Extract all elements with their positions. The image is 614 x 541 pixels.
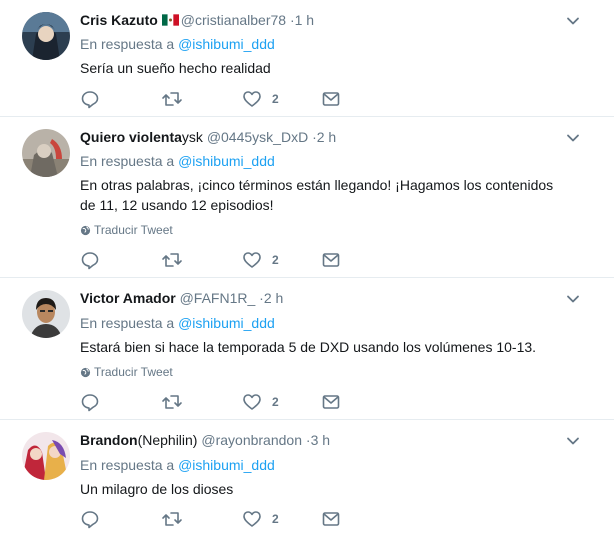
avatar[interactable] [22,129,70,177]
envelope-icon [322,395,340,409]
author-name[interactable]: Victor Amador [80,290,176,306]
reply-prefix: En respuesta a [80,457,175,473]
tweet-text: Un milagro de los dioses [80,481,234,497]
heart-icon [243,91,261,107]
tweet-header: Quiero violentaysk @0445ysk_DxD ·2 h [80,128,336,146]
reply-context: En respuesta a @ishibumi_ddd [80,152,275,170]
globe-icon [80,367,91,378]
like-count: 2 [272,395,279,409]
globe-icon [80,225,91,236]
reply-prefix: En respuesta a [80,153,175,169]
reply-to-link[interactable]: @ishibumi_ddd [178,315,275,331]
tweet[interactable]: Brandon(Nephilin) @rayonbrandon ·3 h En … [0,420,614,541]
translate-tweet-link[interactable]: Traducir Tweet [80,365,173,379]
translate-label: Traducir Tweet [94,365,173,379]
author-handle[interactable]: @rayonbrandon [201,432,302,448]
direct-message-button[interactable] [321,89,341,109]
direct-message-button[interactable] [321,509,341,529]
reply-prefix: En respuesta a [80,36,175,52]
reply-button[interactable] [80,392,100,412]
retweet-button[interactable] [161,509,183,529]
retweet-button[interactable] [161,250,183,270]
like-count: 2 [272,92,279,106]
author-name-suffix: ysk [181,129,203,145]
avatar[interactable] [22,432,70,480]
author-name[interactable]: Brandon(Nephilin) [80,432,197,448]
reply-to-link[interactable]: @ishibumi_ddd [178,457,275,473]
like-button[interactable]: 2 [242,509,279,529]
chevron-down-icon[interactable] [566,434,580,448]
tweet-actions: 2 [80,509,360,529]
author-handle[interactable]: @cristianalber78 [181,12,286,28]
tweet-actions: 2 [80,89,360,109]
reply-icon [81,394,99,412]
timestamp[interactable]: 2 h [317,129,336,145]
tweet-text: Estará bien si hace la temporada 5 de DX… [80,339,537,355]
author-name[interactable]: Quiero violentaysk [80,129,203,145]
reply-icon [81,91,99,109]
reply-icon [81,252,99,270]
reply-context: En respuesta a @ishibumi_ddd [80,314,275,332]
like-button[interactable]: 2 [242,250,279,270]
direct-message-button[interactable] [321,250,341,270]
envelope-icon [322,512,340,526]
tweet-text: Sería un sueño hecho realidad [80,60,271,76]
retweet-icon [162,395,182,409]
timestamp[interactable]: 3 h [311,432,330,448]
envelope-icon [322,92,340,106]
direct-message-button[interactable] [321,392,341,412]
heart-icon [243,252,261,268]
retweet-icon [162,253,182,267]
avatar[interactable] [22,12,70,60]
like-count: 2 [272,253,279,267]
retweet-icon [162,512,182,526]
chevron-down-icon[interactable] [566,292,580,306]
tweet[interactable]: Victor Amador @FAFN1R_ ·2 h En respuesta… [0,278,614,420]
reply-icon [81,511,99,529]
chevron-down-icon[interactable] [566,14,580,28]
like-button[interactable]: 2 [242,392,279,412]
reply-button[interactable] [80,509,100,529]
reply-context: En respuesta a @ishibumi_ddd [80,456,275,474]
tweet-header: Cris Kazuto @cristianalber78 ·1 h [80,11,314,29]
translate-tweet-link[interactable]: Traducir Tweet [80,223,173,237]
heart-icon [243,394,261,410]
author-name-suffix: (Nephilin) [137,432,198,448]
reply-context: En respuesta a @ishibumi_ddd [80,35,275,53]
retweet-button[interactable] [161,392,183,412]
tweet-header: Brandon(Nephilin) @rayonbrandon ·3 h [80,431,330,449]
author-name-text: Quiero violenta [80,129,182,145]
reply-button[interactable] [80,250,100,270]
reply-to-link[interactable]: @ishibumi_ddd [178,36,275,52]
mexico-flag-icon [161,14,179,26]
author-name-text: Brandon [80,432,138,448]
timestamp[interactable]: 2 h [264,290,283,306]
tweet-actions: 2 [80,250,360,270]
tweet[interactable]: Quiero violentaysk @0445ysk_DxD ·2 h En … [0,117,614,278]
like-count: 2 [272,512,279,526]
heart-icon [243,511,261,527]
translate-label: Traducir Tweet [94,223,173,237]
author-handle[interactable]: @FAFN1R_ [180,290,256,306]
author-handle[interactable]: @0445ysk_DxD [207,129,308,145]
tweet-actions: 2 [80,392,360,412]
retweet-icon [162,92,182,106]
avatar[interactable] [22,290,70,338]
timestamp[interactable]: 1 h [295,12,314,28]
chevron-down-icon[interactable] [566,131,580,145]
tweet-header: Victor Amador @FAFN1R_ ·2 h [80,289,283,307]
reply-prefix: En respuesta a [80,315,175,331]
reply-button[interactable] [80,89,100,109]
author-name[interactable]: Cris Kazuto [80,12,158,28]
envelope-icon [322,253,340,267]
retweet-button[interactable] [161,89,183,109]
tweet-text: En otras palabras, ¡cinco términos están… [80,177,554,213]
reply-to-link[interactable]: @ishibumi_ddd [178,153,275,169]
tweet[interactable]: Cris Kazuto @cristianalber78 ·1 h En resp… [0,0,614,117]
like-button[interactable]: 2 [242,89,279,109]
